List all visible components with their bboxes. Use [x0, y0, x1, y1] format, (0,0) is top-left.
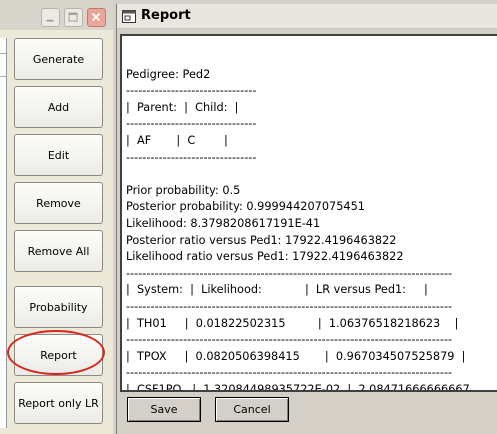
cancel-button[interactable]: Cancel	[215, 397, 289, 422]
report-line: --------------------------------	[126, 150, 257, 164]
close-button[interactable]	[87, 8, 106, 27]
probability-button[interactable]: Probability	[14, 286, 103, 328]
window-app-icon	[122, 10, 136, 23]
report-dialog-title: Report	[141, 8, 191, 23]
edit-button[interactable]: Edit	[14, 134, 103, 176]
report-highlight-circle	[7, 330, 105, 375]
report-line: | System: | Likelihood: | LR versus Ped1…	[126, 283, 428, 297]
report-line: Posterior probability: 0.999944207075451	[126, 200, 365, 214]
pedigree-list[interactable]	[0, 38, 7, 428]
report-textarea[interactable]: Pedigree: Ped2 --------------------------…	[120, 34, 497, 392]
report-line: | TPOX | 0.0820506398415 | 0.96703450752…	[126, 349, 466, 363]
report-line: | Parent: | Child: |	[126, 100, 239, 114]
report-line: --------------------------------	[126, 117, 257, 131]
minimize-button[interactable]	[41, 8, 60, 27]
report-line: | AF | C |	[126, 134, 228, 147]
report-line: --------------------------------	[126, 84, 257, 98]
report-line: | CSF1PO | 1.32084498935722E-02 | 2.0847…	[126, 383, 470, 392]
report-line: Posterior ratio versus Ped1: 17922.41964…	[126, 233, 397, 247]
report-line: ----------------------------------------…	[126, 333, 453, 347]
report-line: Pedigree: Ped2	[126, 67, 211, 81]
main-window-titlebar	[0, 0, 113, 30]
generate-button[interactable]: Generate	[14, 38, 103, 80]
report-line: ----------------------------------------…	[126, 300, 453, 313]
close-icon	[91, 12, 101, 22]
remove-all-button[interactable]: Remove All	[14, 230, 103, 272]
maximize-icon	[68, 12, 78, 22]
report-line: Likelihood: 8.3798208617191E-41	[126, 217, 321, 230]
report-only-lr-button[interactable]: Report only LR	[14, 382, 103, 424]
report-line: Prior probability: 0.5	[126, 183, 241, 197]
report-dialog-titlebar: Report	[117, 4, 497, 29]
report-line: Likelihood ratio versus Ped1: 17922.4196…	[126, 250, 404, 264]
minimize-icon	[46, 19, 54, 22]
report-dialog: Report Pedigree: Ped2 -------------------…	[116, 4, 497, 434]
add-button[interactable]: Add	[14, 86, 103, 128]
remove-button[interactable]: Remove	[14, 182, 103, 224]
maximize-button[interactable]	[64, 8, 83, 27]
report-line: ----------------------------------------…	[126, 366, 453, 380]
report-line: ----------------------------------------…	[126, 266, 453, 280]
main-window: Generate Add Edit Remove Remove All Prob…	[0, 0, 113, 434]
report-line: | TH01 | 0.01822502315 | 1.0637651821862…	[126, 316, 459, 330]
save-button[interactable]: Save	[127, 397, 201, 422]
